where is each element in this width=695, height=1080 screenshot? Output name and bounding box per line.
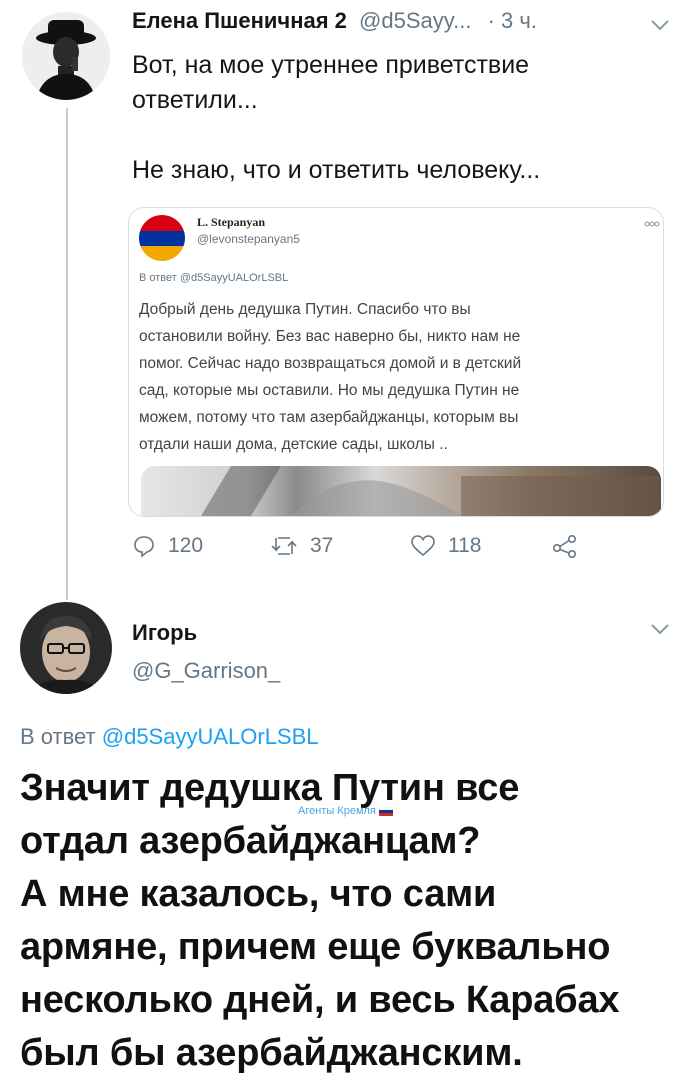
retweet-icon xyxy=(271,537,297,555)
heart-icon xyxy=(411,535,435,557)
quoted-text-line: Добрый день дедушка Путин. Спасибо что в… xyxy=(139,301,471,318)
chevron-down-icon[interactable] xyxy=(650,18,670,36)
tweet-text-line: несколько дней, и весь Карабах xyxy=(20,979,620,1021)
reply-icon xyxy=(134,536,154,558)
armenia-flag-avatar xyxy=(139,215,185,261)
quoted-text-line: сад, которые мы оставили. Но мы дедушка … xyxy=(139,382,520,399)
author-handle[interactable]: @d5Sayy... xyxy=(359,8,471,33)
tweet-text-line: Вот, на мое утреннее приветствие xyxy=(132,51,530,79)
quoted-text: Добрый день дедушка Путин. Спасибо что в… xyxy=(139,296,521,458)
tweet-header: Елена Пшеничная 2 @d5Sayy... · 3 ч. xyxy=(132,8,537,34)
quoted-reply-to: В ответ @d5SayyUALOrLSBL xyxy=(139,272,289,284)
chevron-down-icon[interactable] xyxy=(650,622,670,640)
like-count: 118 xyxy=(448,534,482,557)
tweet-text-line: отдал азербайджанцам? xyxy=(20,820,481,862)
quoted-text-line: помог. Сейчас надо возвращаться домой и … xyxy=(139,355,522,372)
quoted-tweet-card[interactable]: L. Stepanyan @levonstepanyan5 В ответ @d… xyxy=(128,207,664,517)
quoted-text-line: остановили войну. Без вас наверно бы, ни… xyxy=(139,328,521,345)
quoted-author-name[interactable]: L. Stepanyan xyxy=(197,215,265,230)
avatar-image xyxy=(20,602,112,694)
share-icon xyxy=(552,534,576,558)
tweet-text-line: ответили... xyxy=(132,86,258,114)
quoted-media-image[interactable] xyxy=(141,466,661,516)
retweet-button[interactable]: 37 xyxy=(270,534,333,558)
watermark-text: Агенты Кремля xyxy=(298,805,376,817)
avatar-image xyxy=(22,12,110,100)
author-handle[interactable]: @G_Garrison_ xyxy=(132,658,280,684)
russian-flag-icon xyxy=(378,806,393,816)
tweet-time[interactable]: · 3 ч. xyxy=(488,8,537,33)
author-avatar[interactable] xyxy=(22,12,110,100)
watermark: Агенты Кремля xyxy=(298,805,393,817)
reply-prefix: В ответ xyxy=(20,724,102,749)
quoted-author-handle[interactable]: @levonstepanyan5 xyxy=(197,232,300,246)
tweet-text-line: был бы азербайджанским. xyxy=(20,1032,523,1074)
like-button[interactable]: 118 xyxy=(410,534,481,558)
tweet-text-line: А мне казалось, что сами xyxy=(20,873,497,915)
reply-button[interactable]: 120 xyxy=(132,534,203,558)
retweet-count: 37 xyxy=(310,534,334,557)
quoted-text-line: можем, потому что там азербайджанцы, кот… xyxy=(139,409,519,426)
author-name[interactable]: Игорь xyxy=(132,620,197,646)
reply-count: 120 xyxy=(168,534,204,557)
tweet-text: Вот, на мое утреннее приветствие ответил… xyxy=(132,48,540,188)
tweet-text-line: армяне, причем еще буквально xyxy=(20,926,611,968)
author-avatar[interactable] xyxy=(20,602,112,694)
thread-line xyxy=(66,108,68,600)
quoted-text-line: отдали наши дома, детские сады, школы .. xyxy=(139,436,448,453)
tweet-text-line: Не знаю, что и ответить человеку... xyxy=(132,156,541,184)
more-icon[interactable] xyxy=(644,214,660,232)
author-name[interactable]: Елена Пшеничная 2 xyxy=(132,8,347,33)
reply-handle-link[interactable]: @d5SayyUALOrLSBL xyxy=(102,724,319,749)
reply-context: В ответ @d5SayyUALOrLSBL xyxy=(20,724,319,750)
share-button[interactable] xyxy=(552,534,578,558)
